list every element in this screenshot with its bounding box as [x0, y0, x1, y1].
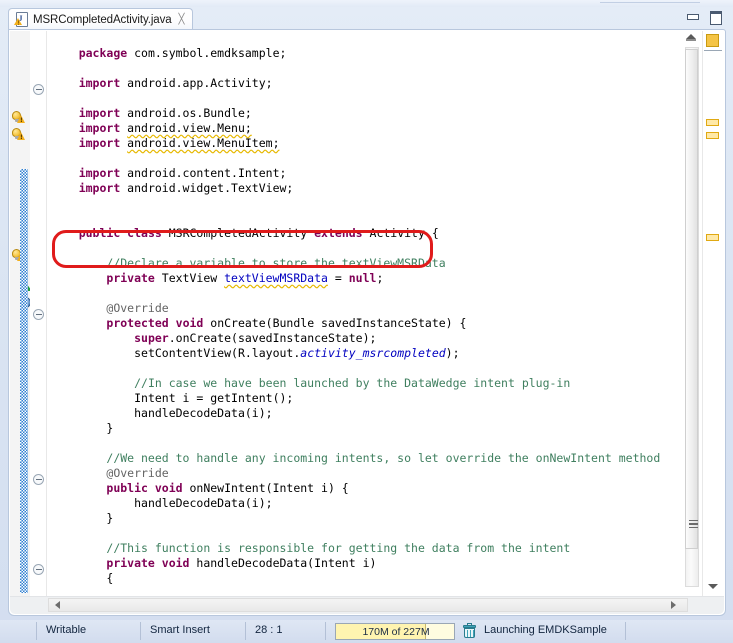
code-line[interactable]: import android.content.Intent; [47, 166, 703, 181]
editor-body: !!! package com.symbol.emdksample; impor… [8, 29, 726, 616]
code-line[interactable]: handleDecodeData(i); [47, 406, 703, 421]
tab-label: MSRCompletedActivity.java [33, 14, 172, 26]
vertical-scrollbar[interactable] [684, 31, 700, 599]
code-line[interactable]: setContentView(R.layout.activity_msrcomp… [47, 346, 703, 361]
code-line[interactable] [47, 241, 703, 256]
editor-tab-row: J ! MSRCompletedActivity.java ╳ [8, 6, 726, 30]
scroll-right-arrow[interactable] [671, 601, 676, 609]
editor-part: J ! MSRCompletedActivity.java ╳ !!! pack… [8, 6, 726, 616]
status-bar: Writable Smart Insert 28 : 1 170M of 227… [0, 620, 733, 643]
status-writable: Writable [46, 624, 86, 636]
overview-warning-marker[interactable] [706, 119, 719, 126]
code-line[interactable]: import android.view.Menu; [47, 121, 703, 136]
toolbar-grip [600, 1, 700, 5]
java-file-warning-icon: J ! [14, 12, 29, 27]
code-line[interactable]: private void handleDecodeData(Intent i) [47, 556, 703, 571]
fold-collapse-icon[interactable] [33, 309, 44, 320]
minimize-button[interactable] [686, 10, 699, 23]
fold-collapse-icon[interactable] [33, 474, 44, 485]
code-surface[interactable]: package com.symbol.emdksample; import an… [47, 31, 703, 599]
code-line[interactable]: { [47, 571, 703, 586]
scroll-left-arrow[interactable] [55, 601, 60, 609]
overview-warning-marker[interactable] [706, 234, 719, 241]
eclipse-editor-window: J ! MSRCompletedActivity.java ╳ !!! pack… [0, 0, 733, 643]
heap-status-indicator[interactable]: 170M of 227M [335, 623, 455, 640]
status-divider [325, 622, 326, 640]
window-buttons [686, 10, 722, 23]
code-line[interactable]: Intent i = getIntent(); [47, 391, 703, 406]
status-insert-mode: Smart Insert [150, 624, 210, 636]
code-line[interactable] [47, 211, 703, 226]
quick-diff-change-bar [20, 169, 28, 593]
code-line[interactable]: } [47, 421, 703, 436]
code-line[interactable] [47, 31, 703, 46]
code-text[interactable]: package com.symbol.emdksample; import an… [47, 31, 703, 599]
scroll-up-arrow[interactable] [686, 34, 696, 39]
code-line[interactable] [47, 361, 703, 376]
code-line[interactable]: //This function is responsible for getti… [47, 541, 703, 556]
code-line[interactable]: import android.widget.TextView; [47, 181, 703, 196]
fold-collapse-icon[interactable] [33, 564, 44, 575]
code-line[interactable] [47, 151, 703, 166]
maximize-button[interactable] [709, 10, 722, 23]
scroll-down-arrow[interactable] [708, 584, 718, 589]
fold-collapse-icon[interactable] [33, 84, 44, 95]
vscroll-grip [689, 520, 698, 531]
code-line[interactable] [47, 91, 703, 106]
code-line[interactable]: super.onCreate(savedInstanceState); [47, 331, 703, 346]
code-line[interactable]: public void onNewIntent(Intent i) { [47, 481, 703, 496]
code-line[interactable]: package com.symbol.emdksample; [47, 46, 703, 61]
code-line[interactable]: import android.os.Bundle; [47, 106, 703, 121]
code-line[interactable] [47, 196, 703, 211]
problems-indicator-icon[interactable] [706, 34, 719, 47]
code-line[interactable]: } [47, 511, 703, 526]
status-divider [140, 622, 141, 640]
heap-label: 170M of 227M [336, 626, 456, 638]
code-line[interactable]: //We need to handle any incoming intents… [47, 451, 703, 466]
code-line[interactable]: import android.app.Activity; [47, 76, 703, 91]
trash-can-icon[interactable] [462, 623, 478, 640]
code-line[interactable]: private TextView textViewMSRData = null; [47, 271, 703, 286]
code-line[interactable]: //In case we have been launched by the D… [47, 376, 703, 391]
code-line[interactable]: @Override [47, 301, 703, 316]
close-icon[interactable]: ╳ [178, 15, 186, 25]
status-divider [625, 622, 626, 640]
code-line[interactable]: import android.view.MenuItem; [47, 136, 703, 151]
code-line[interactable] [47, 436, 703, 451]
folding-column[interactable] [30, 31, 47, 599]
overview-warning-marker[interactable] [706, 132, 719, 139]
code-line[interactable]: handleDecodeData(i); [47, 496, 703, 511]
overview-separator [704, 50, 722, 51]
overview-ruler[interactable] [702, 31, 723, 599]
code-line[interactable] [47, 286, 703, 301]
horizontal-scrollbar[interactable] [10, 596, 724, 614]
code-line[interactable]: //Declare a variable to store the textVi… [47, 256, 703, 271]
status-divider [36, 622, 37, 640]
code-line[interactable] [47, 526, 703, 541]
status-divider [245, 622, 246, 640]
tab-msrcompletedactivity[interactable]: J ! MSRCompletedActivity.java ╳ [8, 8, 193, 30]
hscroll-track[interactable] [48, 598, 688, 612]
code-line[interactable]: protected void onCreate(Bundle savedInst… [47, 316, 703, 331]
code-line[interactable] [47, 61, 703, 76]
vscroll-thumb[interactable] [685, 49, 698, 549]
quick-diff-column [20, 31, 28, 599]
code-line[interactable]: public class MSRCompletedActivity extend… [47, 226, 703, 241]
status-cursor-position: 28 : 1 [255, 624, 283, 636]
code-line[interactable]: @Override [47, 466, 703, 481]
status-launch-message: Launching EMDKSample [484, 624, 607, 636]
